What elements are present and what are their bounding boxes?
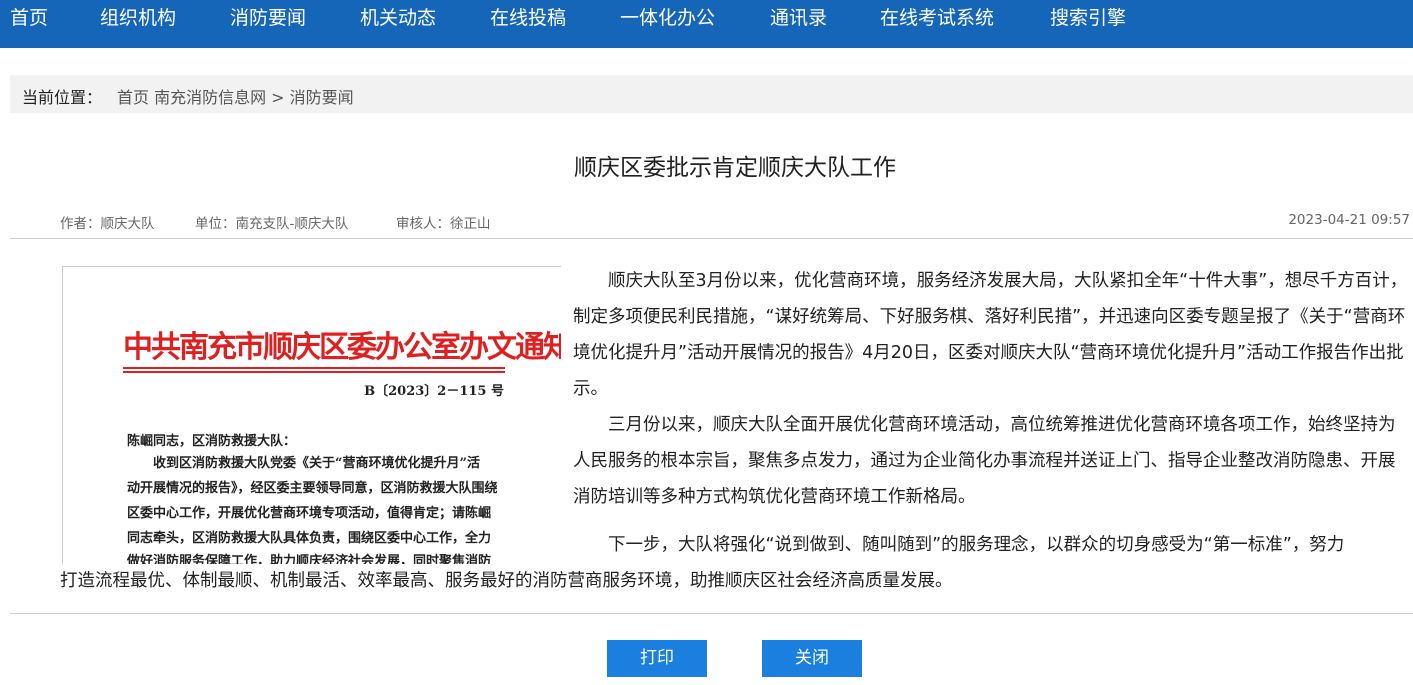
- nav-item-integrated-office[interactable]: 一体化办公: [620, 6, 715, 30]
- close-button[interactable]: 关闭: [762, 640, 862, 677]
- document-line: 动开展情况的报告》，经区委主要领导同意，区消防救援大队围绕: [127, 481, 498, 496]
- breadcrumb-path[interactable]: 首页 南充消防信息网 > 消防要闻: [117, 84, 354, 108]
- article-datetime: 2023-04-21 09:57: [1288, 212, 1410, 228]
- nav-item-home[interactable]: 首页: [10, 6, 48, 30]
- nav-item-organization[interactable]: 组织机构: [100, 6, 176, 30]
- nav-item-online-submission[interactable]: 在线投稿: [490, 6, 566, 30]
- document-red-rule-2: [123, 371, 505, 373]
- document-line: 陈崛同志，区消防救援大队：: [127, 434, 297, 449]
- nav-item-contacts[interactable]: 通讯录: [770, 6, 827, 30]
- article-title: 顺庆区委批示肯定顺庆大队工作: [574, 155, 896, 181]
- document-line: 区委中心工作，开展优化营商环境专项活动，值得肯定；请陈崛: [127, 506, 492, 521]
- document-red-rule: [123, 367, 505, 369]
- article-paragraph: 下一步，大队将强化“说到做到、随叫随到”的服务理念，以群众的切身感受为“第一标准…: [608, 535, 1345, 555]
- top-nav: 首页 组织机构 消防要闻 机关动态 在线投稿 一体化办公 通讯录 在线考试系统 …: [0, 0, 1413, 48]
- document-number: B〔2023〕2－115 号: [364, 384, 504, 399]
- article-paragraph: 三月份以来，顺庆大队全面开展优化营商环境活动，高位统筹推进优化营商环境各项工作，…: [573, 415, 1396, 507]
- article-paragraph-continued: 打造流程最优、体制最顺、机制最活、效率最高、服务最好的消防营商服务环境，助推顺庆…: [60, 571, 953, 591]
- article-unit: 单位：南充支队-顺庆大队: [195, 216, 349, 232]
- article-author: 作者：顺庆大队: [60, 216, 155, 232]
- breadcrumb-label: 当前位置：: [22, 88, 103, 107]
- divider-top: [10, 238, 1413, 239]
- nav-item-online-exam[interactable]: 在线考试系统: [880, 6, 994, 30]
- article-paragraph: 顺庆大队至3月份以来，优化营商环境，服务经济发展大局，大队紧扣全年“十件大事”，…: [573, 271, 1408, 399]
- article-reviewer: 审核人：徐正山: [396, 216, 491, 232]
- document-line: 收到区消防救援大队党委《关于“营商环境优化提升月”活: [127, 456, 480, 471]
- document-line: 同志牵头，区消防救援大队具体负责，围绕区委中心工作，全力: [127, 531, 492, 546]
- divider-bottom: [10, 613, 1413, 614]
- nav-item-search-engine[interactable]: 搜索引擎: [1050, 6, 1126, 30]
- document-line: 做好消防服务保障工作，助力顺庆经济社会发展，同时聚焦消防: [127, 554, 492, 564]
- nav-item-fire-news[interactable]: 消防要闻: [230, 6, 306, 30]
- print-button[interactable]: 打印: [607, 640, 707, 677]
- nav-item-agency-updates[interactable]: 机关动态: [360, 6, 436, 30]
- breadcrumb: 当前位置： 首页 南充消防信息网 > 消防要闻: [10, 75, 1413, 113]
- document-header: 中共南充市顺庆区委办公室办文通知: [123, 330, 561, 365]
- document-image: 中共南充市顺庆区委办公室办文通知 B〔2023〕2－115 号 陈崛同志，区消防…: [62, 266, 561, 564]
